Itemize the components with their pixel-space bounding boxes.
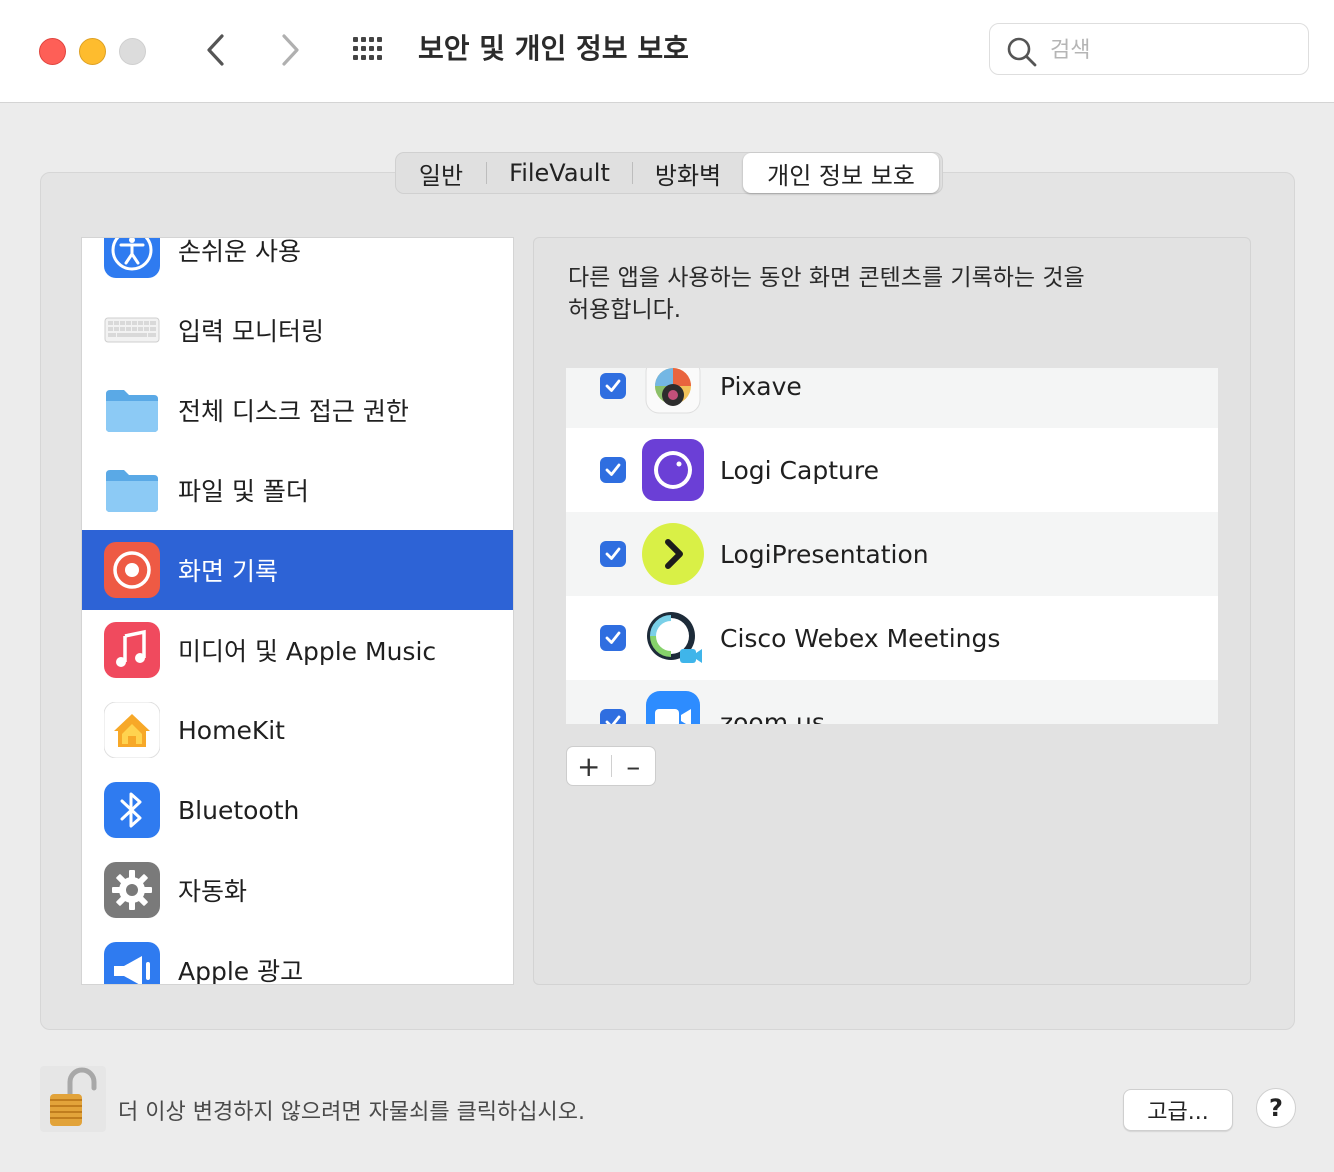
- sidebar-item-label: 자동화: [178, 877, 248, 906]
- sidebar-item-full-disk-access[interactable]: 전체 디스크 접근 권한: [82, 370, 513, 450]
- app-name: Logi Capture: [720, 455, 879, 485]
- logipresentation-icon: [642, 523, 704, 585]
- tab-firewall[interactable]: 방화벽: [633, 153, 743, 193]
- home-icon: [104, 702, 160, 758]
- sidebar-item-input-monitoring[interactable]: 입력 모니터링: [82, 290, 513, 370]
- app-row-zoom[interactable]: zoom.us: [566, 680, 1218, 724]
- permission-description: 다른 앱을 사용하는 동안 화면 콘텐츠를 기록하는 것을 허용합니다.: [568, 265, 1085, 323]
- sidebar-item-media-apple-music[interactable]: 미디어 및 Apple Music: [82, 610, 513, 690]
- webex-icon: [647, 612, 702, 663]
- sidebar-item-apple-advertising[interactable]: Apple 광고: [82, 930, 513, 985]
- app-checkbox[interactable]: [600, 541, 626, 567]
- search-field[interactable]: [989, 23, 1309, 75]
- add-app-button[interactable]: +: [567, 747, 611, 785]
- show-all-button[interactable]: [350, 32, 390, 68]
- grid-icon: [353, 37, 382, 60]
- sidebar-item-files-and-folders[interactable]: 파일 및 폴더: [82, 450, 513, 530]
- tab-privacy[interactable]: 개인 정보 보호: [743, 153, 939, 193]
- checkmark-icon: [605, 379, 621, 392]
- zoom-window-button[interactable]: [119, 38, 146, 65]
- checkmark-icon: [605, 715, 621, 724]
- app-row-logi-capture[interactable]: Logi Capture: [566, 428, 1218, 512]
- bluetooth-icon: [104, 782, 160, 838]
- sidebar-item-label: 입력 모니터링: [178, 317, 324, 346]
- sidebar-item-accessibility[interactable]: 손쉬운 사용: [82, 237, 513, 290]
- folder-icon: [106, 470, 158, 512]
- app-name: LogiPresentation: [720, 539, 929, 569]
- search-icon: [1007, 37, 1037, 67]
- app-checkbox[interactable]: [600, 709, 626, 724]
- chevron-left-icon: [207, 34, 224, 66]
- tab-bar: 일반 FileVault 방화벽 개인 정보 보호: [395, 152, 943, 194]
- folder-icon: [106, 390, 158, 432]
- remove-app-button[interactable]: –: [611, 747, 655, 785]
- accessibility-icon: [104, 238, 160, 278]
- checkmark-icon: [605, 463, 621, 476]
- tab-filevault[interactable]: FileVault: [487, 153, 632, 193]
- megaphone-icon: [104, 942, 160, 984]
- screen-record-icon: [104, 542, 160, 598]
- privacy-category-list[interactable]: 손쉬운 사용 입력 모니터링 전체 디스크 접근 권한 파일 및 폴더 화면 기…: [81, 237, 514, 985]
- sidebar-item-automation[interactable]: 자동화: [82, 850, 513, 930]
- checkmark-icon: [605, 631, 621, 644]
- unlocked-padlock-icon: [40, 1066, 106, 1132]
- pixave-icon: [645, 368, 701, 414]
- sidebar-item-homekit[interactable]: HomeKit: [82, 690, 513, 770]
- app-permission-list[interactable]: Pixave Logi Capture LogiPresentation Cis…: [566, 368, 1218, 724]
- app-name: Pixave: [720, 371, 802, 401]
- checkmark-icon: [605, 547, 621, 560]
- sidebar-item-bluetooth[interactable]: Bluetooth: [82, 770, 513, 850]
- sidebar-item-label: HomeKit: [178, 715, 285, 745]
- app-checkbox[interactable]: [600, 373, 626, 399]
- minimize-window-button[interactable]: [79, 38, 106, 65]
- sidebar-item-label: 전체 디스크 접근 권한: [178, 397, 409, 426]
- chevron-right-icon: [282, 34, 299, 66]
- gear-icon: [104, 862, 160, 918]
- sidebar-item-label: 손쉬운 사용: [178, 237, 301, 266]
- app-row-logipresentation[interactable]: LogiPresentation: [566, 512, 1218, 596]
- title-bar: 보안 및 개인 정보 보호: [0, 0, 1334, 103]
- app-checkbox[interactable]: [600, 457, 626, 483]
- sidebar-item-label: 미디어 및 Apple Music: [178, 637, 437, 666]
- lock-button[interactable]: [40, 1066, 106, 1132]
- help-button[interactable]: ?: [1256, 1088, 1296, 1128]
- app-name: Cisco Webex Meetings: [720, 623, 1001, 653]
- sidebar-item-label: 화면 기록: [178, 557, 278, 586]
- sidebar-item-label: Apple 광고: [178, 957, 304, 985]
- add-remove-control: + –: [566, 746, 656, 786]
- tab-general[interactable]: 일반: [396, 153, 486, 193]
- app-row-pixave[interactable]: Pixave: [566, 368, 1218, 428]
- app-checkbox[interactable]: [600, 625, 626, 651]
- app-row-cisco-webex[interactable]: Cisco Webex Meetings: [566, 596, 1218, 680]
- advanced-button[interactable]: 고급...: [1123, 1089, 1233, 1131]
- sidebar-item-label: Bluetooth: [178, 795, 300, 825]
- sidebar-item-screen-recording[interactable]: 화면 기록: [82, 530, 513, 610]
- logi-capture-icon: [642, 439, 704, 501]
- window-title: 보안 및 개인 정보 보호: [418, 32, 689, 65]
- search-input[interactable]: [1048, 32, 1292, 68]
- forward-button[interactable]: [270, 28, 310, 72]
- sidebar-item-label: 파일 및 폴더: [178, 477, 309, 506]
- keyboard-icon: [104, 317, 160, 343]
- app-name: zoom.us: [720, 707, 825, 725]
- music-icon: [104, 622, 160, 678]
- zoom-icon: [646, 691, 700, 724]
- back-button[interactable]: [196, 28, 236, 72]
- lock-message: 더 이상 변경하지 않으려면 자물쇠를 클릭하십시오.: [118, 1100, 586, 1125]
- close-window-button[interactable]: [39, 38, 66, 65]
